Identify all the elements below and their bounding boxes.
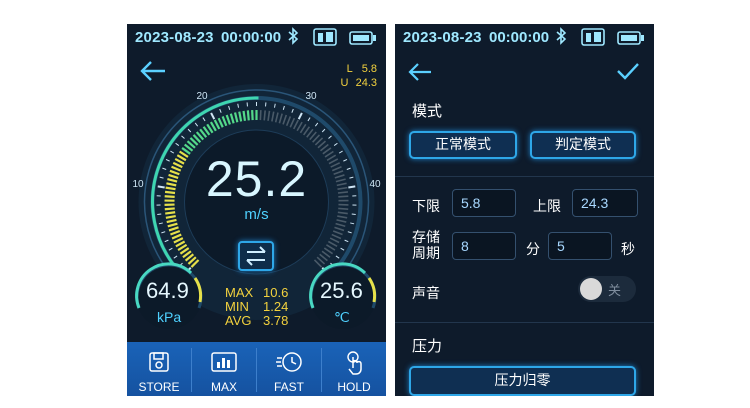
seconds-unit: 秒 bbox=[621, 242, 635, 258]
hand-touch-icon bbox=[347, 351, 362, 375]
swap-button[interactable] bbox=[238, 241, 274, 271]
usb-connection-icon bbox=[581, 28, 605, 46]
fast-clock-icon bbox=[276, 352, 302, 372]
main-reading: 25.2 bbox=[205, 151, 308, 207]
normal-mode-button[interactable]: 正常模式 bbox=[409, 131, 517, 159]
bottom-toolbar: STORE MAX FAST HOLD bbox=[127, 342, 386, 396]
lower-limit-value: 5.8 bbox=[361, 63, 377, 75]
sound-toggle-state: 关 bbox=[608, 284, 622, 299]
lower-limit-input[interactable]: 5.8 bbox=[452, 189, 516, 217]
usb-connection-icon bbox=[313, 28, 337, 46]
sound-toggle[interactable]: 关 bbox=[578, 276, 636, 302]
bluetooth-icon bbox=[288, 27, 299, 45]
section-divider bbox=[395, 176, 654, 177]
pressure-zero-button[interactable]: 压力归零 bbox=[409, 366, 636, 396]
lower-limit-key: L bbox=[346, 63, 353, 75]
back-arrow-icon[interactable] bbox=[407, 62, 433, 82]
gauge-scale-label: 30 bbox=[305, 91, 317, 102]
limit-readout: L 5.8 U 24.3 bbox=[341, 62, 377, 90]
bar-chart-icon bbox=[211, 352, 237, 372]
fast-label: FAST bbox=[273, 380, 304, 394]
confirm-check-icon[interactable] bbox=[616, 61, 640, 81]
status-date: 2023-08-23 bbox=[403, 29, 482, 46]
pressure-section-title: 压力 bbox=[412, 337, 443, 355]
gauge-segment bbox=[246, 110, 250, 121]
stat-avg-value: 3.78 bbox=[263, 313, 289, 328]
toggle-knob bbox=[580, 278, 602, 300]
store-button[interactable]: STORE bbox=[127, 342, 191, 396]
period-minutes-input[interactable]: 8 bbox=[452, 232, 516, 260]
upper-limit-input[interactable]: 24.3 bbox=[572, 189, 638, 217]
temperature-unit: ℃ bbox=[334, 309, 350, 325]
hold-label: HOLD bbox=[337, 380, 371, 394]
gauge-segment bbox=[263, 110, 266, 121]
sound-label: 声音 bbox=[412, 286, 440, 302]
settings-screen: 2023-08-23 00:00:00 模式 正常模式 判定模式 下限 5.8 … bbox=[395, 24, 654, 396]
gauge-scale-label: 20 bbox=[196, 91, 208, 102]
storage-period-label: 存储 周期 bbox=[412, 230, 440, 262]
temperature-reading: 25.6 bbox=[320, 278, 363, 303]
upper-limit-key: U bbox=[340, 77, 349, 89]
section-divider bbox=[395, 322, 654, 323]
judge-mode-button[interactable]: 判定模式 bbox=[530, 131, 636, 159]
status-time: 00:00:00 bbox=[489, 29, 550, 46]
storage-period-label-line1: 存储 bbox=[412, 230, 440, 246]
upper-limit-value: 24.3 bbox=[355, 77, 377, 89]
status-time: 00:00:00 bbox=[221, 29, 282, 46]
pressure-reading: 64.9 bbox=[146, 278, 189, 303]
battery-icon bbox=[349, 31, 376, 45]
hold-button[interactable]: HOLD bbox=[322, 342, 386, 396]
stat-max-value: 10.6 bbox=[263, 285, 289, 300]
period-seconds-input[interactable]: 5 bbox=[548, 232, 612, 260]
max-label: MAX bbox=[210, 380, 237, 394]
lower-limit-label: 下限 bbox=[412, 199, 440, 215]
statistics-panel: MAX 10.6 MIN 1.24 AVG 3.78 bbox=[225, 286, 288, 328]
max-button[interactable]: MAX bbox=[192, 342, 256, 396]
status-date: 2023-08-23 bbox=[135, 29, 214, 46]
upper-limit-label: 上限 bbox=[533, 199, 561, 215]
battery-icon bbox=[617, 31, 644, 45]
stat-avg-key: AVG bbox=[225, 313, 252, 328]
stat-min-value: 1.24 bbox=[263, 299, 289, 314]
stat-max-key: MAX bbox=[225, 285, 254, 300]
fast-button[interactable]: FAST bbox=[257, 342, 321, 396]
back-arrow-icon[interactable] bbox=[139, 60, 167, 82]
status-bar: 2023-08-23 00:00:00 bbox=[395, 24, 654, 50]
minutes-unit: 分 bbox=[526, 242, 540, 258]
status-bar: 2023-08-23 00:00:00 bbox=[127, 24, 386, 50]
store-label: STORE bbox=[138, 380, 180, 394]
stat-min-key: MIN bbox=[225, 299, 249, 314]
gauge-segment bbox=[242, 110, 247, 121]
pressure-unit: kPa bbox=[157, 309, 182, 325]
storage-period-label-line2: 周期 bbox=[412, 246, 440, 262]
main-unit: m/s bbox=[244, 206, 269, 223]
meter-screen: 01020304050 2023-08-23 00:00:00 L 5.8 U … bbox=[127, 24, 386, 396]
mode-section-title: 模式 bbox=[412, 102, 443, 120]
swap-arrows-icon bbox=[246, 246, 266, 266]
save-icon bbox=[149, 352, 169, 372]
bluetooth-icon bbox=[556, 27, 567, 45]
